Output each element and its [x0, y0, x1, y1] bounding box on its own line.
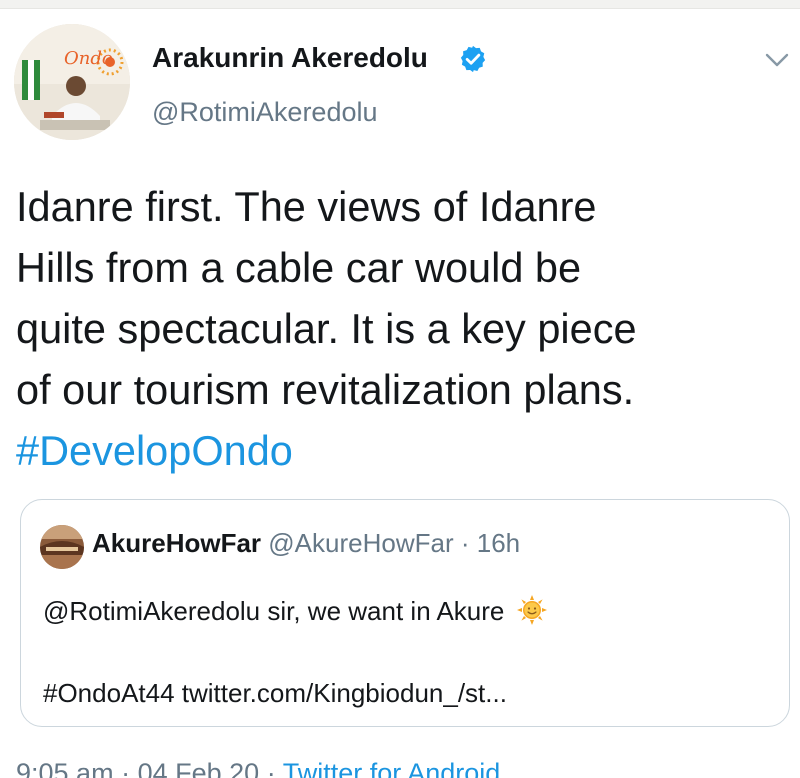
quoted-author-handle[interactable]: @AkureHowFar	[268, 528, 453, 558]
tweet-time[interactable]: 9:05 am	[16, 758, 114, 778]
meta-separator: ·	[266, 758, 276, 778]
tweet-text-line: Idanre first. The views of Idanre	[16, 183, 597, 230]
tweet-date[interactable]: 04 Feb 20	[138, 758, 260, 778]
sun-emoji-icon	[516, 595, 547, 625]
verified-badge-icon	[460, 45, 486, 73]
quoted-tweet-text: @RotimiAkeredolu sir, we want in Akure	[43, 594, 548, 627]
tweet-text: Idanre first. The views of Idanre Hills …	[16, 176, 786, 481]
author-handle[interactable]: @RotimiAkeredolu	[152, 97, 378, 128]
tweet-text-line: Hills from a cable car would be	[16, 244, 582, 291]
quoted-tweet-text-line: @RotimiAkeredolu sir, we want in Akure	[43, 596, 505, 626]
quoted-tweet-text-line[interactable]: #OndoAt44 twitter.com/Kingbiodun_/st...	[43, 678, 507, 709]
tweet-page: Ondo Arakunrin Akeredolu @RotimiAkeredol…	[0, 0, 800, 778]
tweet-text-line: quite spectacular. It is a key piece	[16, 305, 637, 352]
chevron-down-icon[interactable]	[764, 50, 790, 70]
author-name[interactable]: Arakunrin Akeredolu	[152, 42, 428, 74]
top-strip	[0, 0, 800, 9]
tweet-text-line: of our tourism revitalization plans.	[16, 366, 635, 413]
quoted-author-avatar-image	[40, 525, 84, 569]
quoted-author-name[interactable]: AkureHowFar	[92, 528, 261, 558]
hashtag-link[interactable]: #DevelopOndo	[16, 420, 786, 481]
quoted-author-avatar[interactable]	[40, 525, 84, 569]
quoted-tweet-header: AkureHowFar @AkureHowFar · 16h	[92, 528, 520, 559]
author-avatar-image	[14, 24, 130, 140]
meta-separator: ·	[121, 758, 131, 778]
quoted-tweet-card[interactable]: AkureHowFar @AkureHowFar · 16h @RotimiAk…	[20, 499, 790, 727]
author-avatar[interactable]: Ondo	[14, 24, 130, 140]
quoted-timestamp[interactable]: 16h	[477, 528, 520, 558]
quoted-separator: ·	[460, 528, 470, 558]
avatar-badge-text: Ondo	[64, 48, 113, 69]
tweet-source-link[interactable]: Twitter for Android	[283, 758, 501, 778]
tweet-meta: 9:05 am · 04 Feb 20 · Twitter for Androi…	[16, 758, 500, 778]
